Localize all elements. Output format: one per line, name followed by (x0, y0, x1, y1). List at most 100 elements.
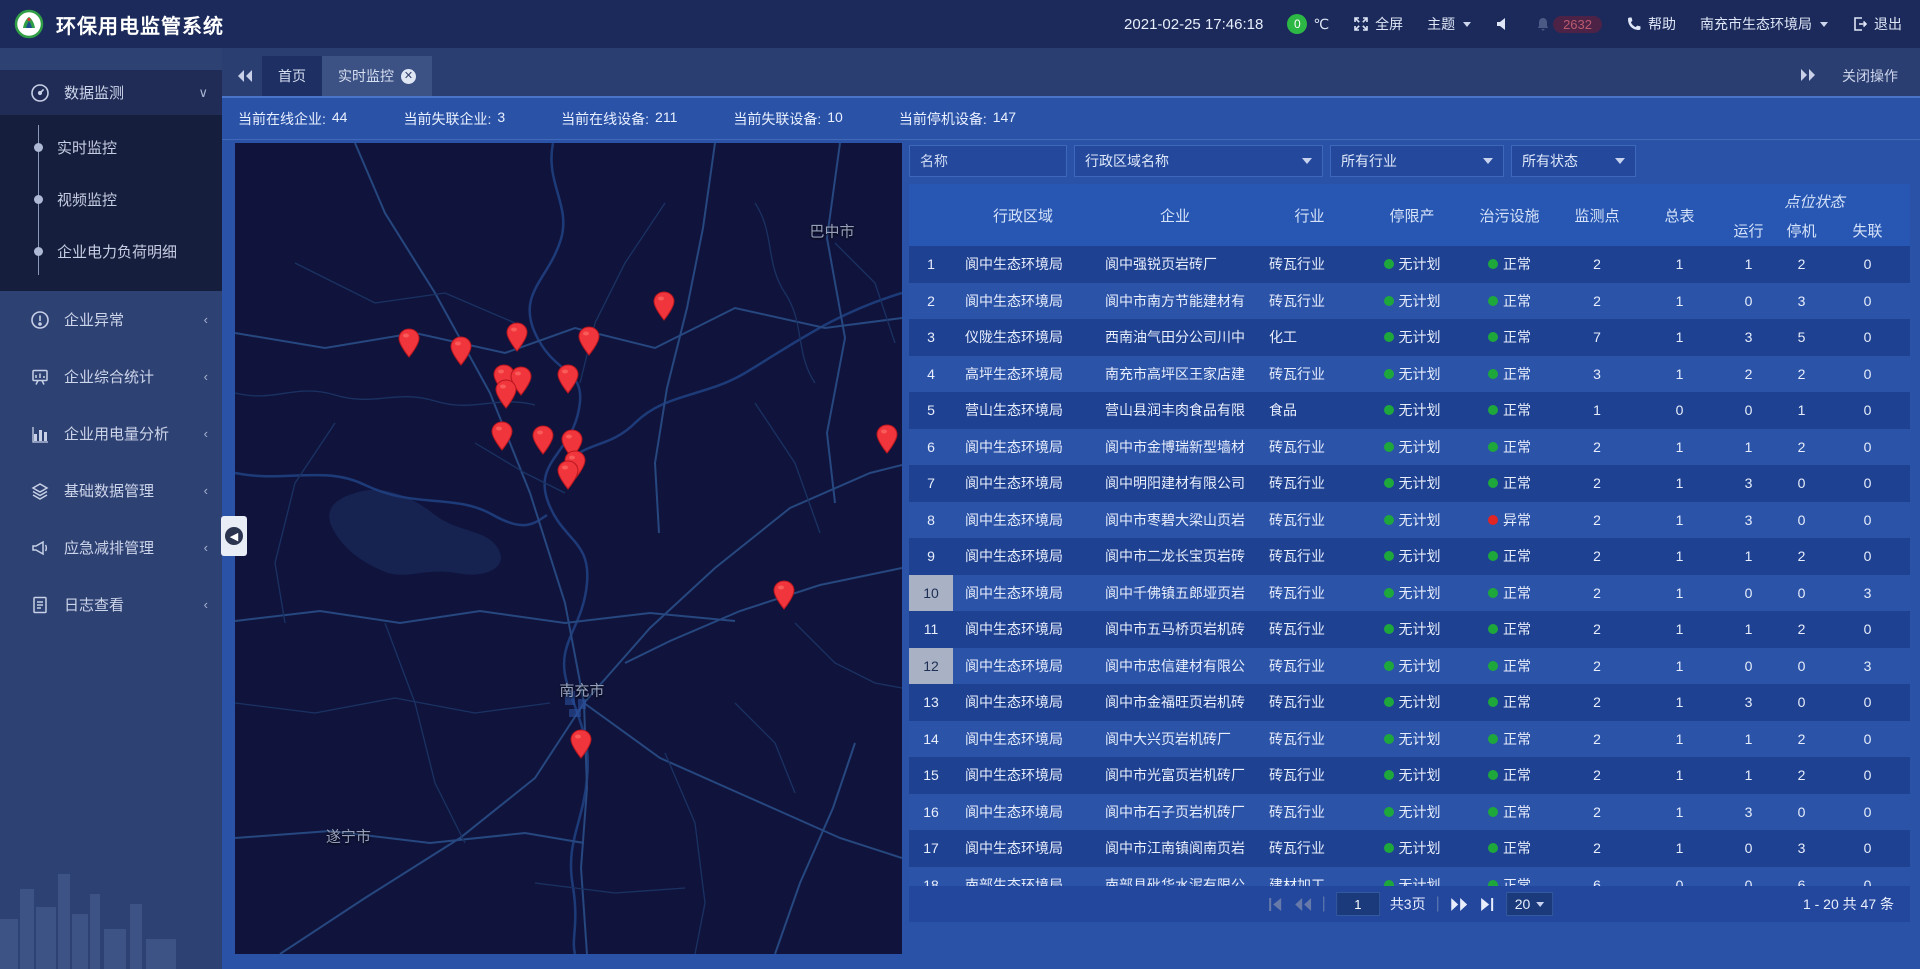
next-page-button[interactable] (1450, 896, 1468, 912)
map-marker-icon[interactable] (449, 336, 473, 366)
cell-offline-count: 0 (1828, 684, 1907, 721)
table-row[interactable]: 17阆中生态环境局阆中市江南镇阆南页岩砖瓦行业无计划正常21030 (909, 830, 1910, 867)
table-row[interactable]: 4高坪生态环境局南充市高坪区王家店建砖瓦行业无计划正常31220 (909, 356, 1910, 393)
status-dot-green-icon (1488, 734, 1498, 744)
notification-button[interactable]: 2632 (1535, 16, 1602, 33)
cell-production-plan: 无计划 (1362, 830, 1462, 867)
table-row[interactable]: 10阆中生态环境局阆中千佛镇五郎垭页岩砖瓦行业无计划正常21003 (909, 575, 1910, 612)
table-row[interactable]: 9阆中生态环境局阆中市二龙长宝页岩砖砖瓦行业无计划正常21120 (909, 538, 1910, 575)
map-marker-icon[interactable] (577, 326, 601, 356)
page-size-select[interactable]: 20 (1506, 892, 1554, 916)
mute-speaker-button[interactable] (1495, 16, 1511, 32)
help-button[interactable]: 帮助 (1626, 14, 1676, 34)
map-marker-icon[interactable] (490, 421, 514, 451)
stat-label: 当前失联企业: (403, 109, 491, 129)
table-row[interactable]: 13阆中生态环境局阆中市金福旺页岩机砖砖瓦行业无计划正常21300 (909, 684, 1910, 721)
cell-pollution-facility: 正常 (1462, 867, 1557, 887)
table-row[interactable]: 15阆中生态环境局阆中市光富页岩机砖厂砖瓦行业无计划正常21120 (909, 757, 1910, 794)
map-marker-icon[interactable] (531, 425, 555, 455)
sidebar-item-5[interactable]: 应急减排管理‹ (0, 519, 222, 576)
map-marker-icon[interactable] (556, 364, 580, 394)
tab-实时监控[interactable]: 实时监控 ✕ (322, 56, 432, 96)
sidebar-subitem-1[interactable]: 视频监控 (0, 173, 222, 225)
org-dropdown[interactable]: 南充市生态环境局 (1700, 14, 1828, 34)
cell-stopped-count: 2 (1775, 429, 1828, 466)
map-marker-icon[interactable] (556, 460, 580, 490)
table-row[interactable]: 3仪陇生态环境局西南油气田分公司川中化工无计划正常71350 (909, 319, 1910, 356)
cell-running-count: 1 (1722, 721, 1775, 758)
tabs-scroll-left-icon[interactable] (228, 56, 262, 96)
stats-board-icon (30, 367, 50, 387)
table-row[interactable]: 18南部生态环境局南部县砒华水泥有限公建材加工无计划正常60060 (909, 867, 1910, 887)
table-row[interactable]: 16阆中生态环境局阆中市石子页岩机砖厂砖瓦行业无计划正常21300 (909, 794, 1910, 831)
tabs-scroll-right-icon[interactable] (1800, 68, 1816, 85)
column-header-6: 总表 (1637, 184, 1722, 246)
facility-status-label: 正常 (1503, 802, 1531, 822)
map-marker-icon[interactable] (397, 328, 421, 358)
sidebar-item-3[interactable]: 企业用电量分析‹ (0, 405, 222, 462)
status-filter-select[interactable]: 所有状态 (1511, 145, 1636, 177)
sidebar-item-4[interactable]: 基础数据管理‹ (0, 462, 222, 519)
map-marker-icon[interactable] (494, 379, 518, 409)
table-row[interactable]: 14阆中生态环境局阆中大兴页岩机砖厂砖瓦行业无计划正常21120 (909, 721, 1910, 758)
cell-production-plan: 无计划 (1362, 757, 1462, 794)
plan-label: 无计划 (1399, 364, 1441, 384)
app: 环保用电监管系统 2021-02-25 17:46:18 0 ℃ 全屏 主题 (0, 0, 1920, 969)
cell-running-count: 3 (1722, 794, 1775, 831)
sidebar-item-1[interactable]: 企业异常‹ (0, 291, 222, 348)
industry-filter-select[interactable]: 所有行业 (1330, 145, 1504, 177)
cell-pollution-facility: 正常 (1462, 246, 1557, 283)
name-filter-input[interactable] (909, 145, 1067, 177)
cell-stopped-count: 1 (1775, 392, 1828, 429)
page-number-input[interactable] (1336, 892, 1380, 916)
table-row[interactable]: 12阆中生态环境局阆中市忠信建材有限公砖瓦行业无计划正常21003 (909, 648, 1910, 685)
table-row[interactable]: 8阆中生态环境局阆中市枣碧大梁山页岩砖瓦行业无计划异常21300 (909, 502, 1910, 539)
first-page-button[interactable] (1266, 896, 1284, 912)
tab-首页[interactable]: 首页 (262, 56, 322, 96)
fullscreen-button[interactable]: 全屏 (1353, 14, 1403, 34)
table-row[interactable]: 11阆中生态环境局阆中市五马桥页岩机砖砖瓦行业无计划正常21120 (909, 611, 1910, 648)
cell-monitor-count: 2 (1557, 611, 1637, 648)
table-row[interactable]: 5营山生态环境局营山县润丰肉食品有限食品无计划正常10010 (909, 392, 1910, 429)
map-marker-icon[interactable] (875, 424, 899, 454)
cell-meter-count: 1 (1637, 794, 1722, 831)
cell-stopped-count: 2 (1775, 356, 1828, 393)
map-marker-icon[interactable] (569, 729, 593, 759)
close-operations-button[interactable]: 关闭操作 (1842, 66, 1898, 86)
sidebar-item-0[interactable]: 数据监测∨ (0, 70, 222, 115)
last-page-button[interactable] (1478, 896, 1496, 912)
sidebar-subitem-0[interactable]: 实时监控 (0, 121, 222, 173)
cell-running-count: 0 (1722, 830, 1775, 867)
prev-page-button[interactable] (1294, 896, 1312, 912)
cell-offline-count: 0 (1828, 429, 1907, 466)
map-collapse-button[interactable]: ◀ (221, 516, 247, 556)
theme-dropdown[interactable]: 主题 (1427, 14, 1471, 34)
plan-label: 无计划 (1399, 838, 1441, 858)
table-row[interactable]: 2阆中生态环境局阆中市南方节能建材有砖瓦行业无计划正常21030 (909, 283, 1910, 320)
content: 首页实时监控✕ 关闭操作 当前在线企业:44当前失联企业:3当前在线设备:211… (222, 48, 1920, 969)
tab-label: 实时监控 (338, 66, 394, 86)
status-dot-green-icon (1488, 551, 1498, 561)
cell-monitor-count: 2 (1557, 794, 1637, 831)
sidebar-item-6[interactable]: 日志查看‹ (0, 576, 222, 633)
close-icon[interactable]: ✕ (401, 69, 416, 84)
region-filter-select[interactable]: 行政区域名称 (1074, 145, 1323, 177)
map-marker-icon[interactable] (505, 322, 529, 352)
cell-region: 阆中生态环境局 (953, 721, 1093, 758)
map-marker-icon[interactable] (772, 580, 796, 610)
status-dot-green-icon (1488, 405, 1498, 415)
cell-production-plan: 无计划 (1362, 611, 1462, 648)
table-row[interactable]: 1阆中生态环境局阆中强锐页岩砖厂砖瓦行业无计划正常21120 (909, 246, 1910, 283)
cell-stopped-count: 2 (1775, 246, 1828, 283)
sidebar-subitem-2[interactable]: 企业电力负荷明细 (0, 225, 222, 277)
table-row[interactable]: 7阆中生态环境局阆中明阳建材有限公司砖瓦行业无计划正常21300 (909, 465, 1910, 502)
sidebar-item-2[interactable]: 企业综合统计‹ (0, 348, 222, 405)
map-marker-icon[interactable] (652, 291, 676, 321)
stat-value: 211 (655, 109, 677, 129)
logout-button[interactable]: 退出 (1852, 14, 1902, 34)
map[interactable]: 巴中市南充市遂宁市 ◀ (235, 143, 902, 954)
chevron-down-icon (1615, 158, 1625, 164)
table-row[interactable]: 6阆中生态环境局阆中市金博瑞新型墙材砖瓦行业无计划正常21120 (909, 429, 1910, 466)
cell-stopped-count: 6 (1775, 867, 1828, 887)
status-dot-green-icon (1384, 296, 1394, 306)
